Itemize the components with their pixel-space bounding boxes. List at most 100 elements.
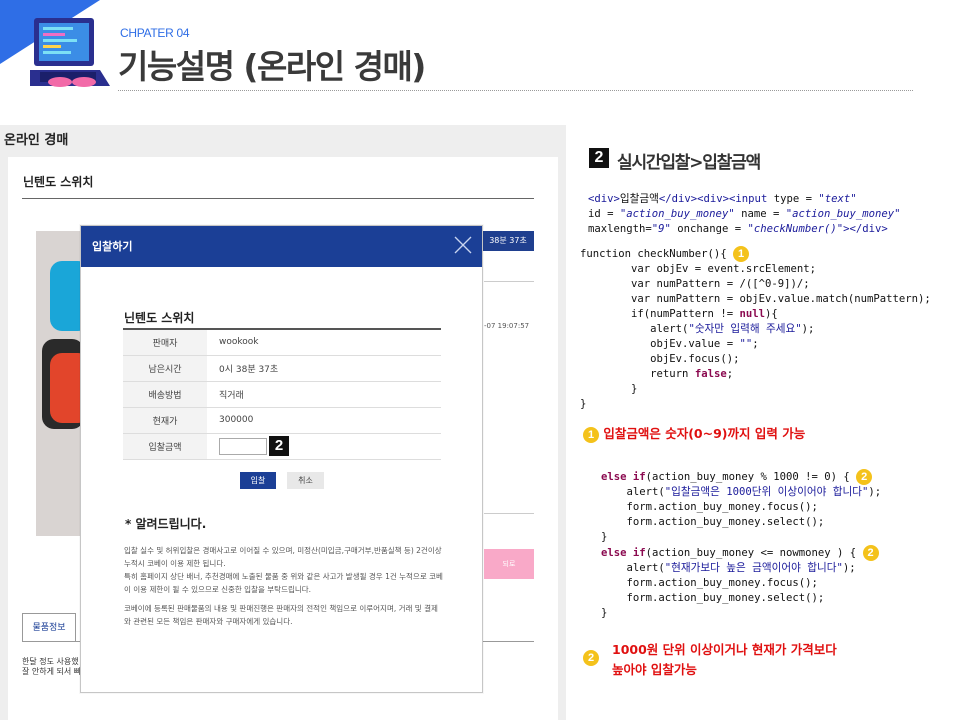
code-line: form.action_buy_money.focus(); — [601, 577, 818, 589]
modal-title: 입찰하기 — [92, 240, 133, 253]
header-divider — [118, 90, 913, 91]
bid-modal: 입찰하기 닌텐도 스위치 판매자 wookook 남은시간 0시 38분 37초… — [80, 225, 483, 693]
product-image — [36, 231, 84, 536]
code-token: else if — [601, 547, 646, 559]
code-line: var objEv = event.srcElement; — [580, 263, 816, 275]
registered-date: -07 19:07:57 — [484, 322, 530, 330]
callout-circle-2b: 2 — [862, 545, 879, 561]
note-2: 2 1000원 단위 이상이거나 현재가 가격보다 높아야 입찰가능 — [583, 640, 837, 677]
notice-line: 이 이용 제한이 될 수 있으므로 신중한 입찰을 부탁드립니다. — [124, 585, 312, 594]
code-token: if(numPattern != — [580, 308, 740, 320]
notice-line: 특히 홈페이지 상단 배너, 추천경매에 노출된 물품 중 위와 같은 사고가 … — [124, 572, 443, 581]
code-token: name = — [734, 208, 786, 220]
row-value: 300000 — [207, 407, 441, 434]
code-token: "checkNumber()" — [747, 223, 844, 235]
side-divider — [484, 281, 534, 282]
joycon-blue-shape — [50, 261, 84, 331]
notice-line: 입찰 실수 및 허위입찰은 경매사고로 이어질 수 있으며, 미정산(미입금,구… — [124, 546, 442, 555]
bid-button[interactable]: 입찰 — [240, 472, 276, 489]
table-row: 입찰금액 2 — [123, 433, 441, 460]
bid-amount-input[interactable] — [219, 437, 267, 455]
code-line: var numPattern = objEv.value.match(numPa… — [580, 293, 931, 305]
code-token: alert( — [601, 562, 665, 574]
code-token: else if — [601, 471, 646, 483]
callout-circle-1: 1 — [733, 246, 750, 262]
code-token: "입찰금액은 1000단위 이상이어야 합니다" — [664, 486, 869, 498]
row-label: 배송방법 — [123, 381, 207, 408]
code-token: onchange = — [670, 223, 748, 235]
code-token: objEv.value = — [580, 338, 740, 350]
table-row: 남은시간 0시 38분 37초 — [123, 355, 441, 382]
code-token: return — [580, 368, 695, 380]
code-token: "text" — [818, 193, 857, 205]
back-button[interactable]: 되로 — [484, 549, 534, 579]
note-2-line-2: 높아야 입찰가능 — [612, 662, 697, 677]
notice-line: 누적시 코베이 이용 제한 됩니다. — [124, 559, 226, 568]
code-line: function checkNumber(){ — [580, 248, 734, 260]
code-line: } — [580, 383, 638, 395]
code-token: ; — [752, 338, 759, 350]
note-2-line-1: 1000원 단위 이상이거나 현재가 가격보다 — [612, 642, 837, 657]
row-label: 남은시간 — [123, 355, 207, 382]
callout-badge-2: 2 — [269, 436, 289, 456]
code-token: ){ — [764, 308, 778, 320]
table-row: 현재가 300000 — [123, 407, 441, 434]
notice-paragraph-1: 입찰 실수 및 허위입찰은 경매사고로 이어질 수 있으며, 미정산(미입금,구… — [124, 544, 454, 596]
html-code-block: <div>입찰금액</div><div><input type = "text"… — [588, 192, 901, 237]
code-line: form.action_buy_money.select(); — [601, 516, 825, 528]
code-token: false — [694, 368, 727, 380]
code-token: (action_buy_money <= nowmoney ) { — [645, 547, 863, 559]
code-token: ); — [801, 323, 815, 335]
code-token: maxlength= — [588, 223, 652, 235]
auction-page-heading: 온라인 경매 — [4, 133, 69, 148]
side-divider-2 — [484, 513, 534, 514]
notice-line: 와 관련된 모든 책임은 판매자와 구매자에게 있습니다. — [124, 617, 293, 626]
page-title: 기능설명 (온라인 경매) — [118, 47, 426, 86]
code-token: "" — [739, 338, 753, 350]
code-token: ; — [726, 368, 734, 380]
row-value: wookook — [207, 329, 441, 356]
table-row: 배송방법 직거래 — [123, 381, 441, 408]
row-label: 입찰금액 — [123, 433, 207, 460]
modal-item-title: 닌텐도 스위치 — [124, 311, 195, 325]
cancel-button[interactable]: 취소 — [287, 472, 324, 489]
code-line: var numPattern = /([^0-9])/; — [580, 278, 810, 290]
close-icon[interactable] — [452, 234, 474, 256]
product-divider — [22, 198, 534, 199]
code-line: } — [580, 398, 587, 410]
row-value: 직거래 — [207, 381, 441, 408]
code-line: form.action_buy_money.select(); — [601, 592, 825, 604]
code-line: objEv.focus(); — [580, 353, 740, 365]
bid-info-table: 판매자 wookook 남은시간 0시 38분 37초 배송방법 직거래 현재가… — [123, 328, 441, 460]
code-token: alert( — [580, 323, 689, 335]
section-title: 실시간입찰>입찰금액 — [617, 153, 761, 173]
code-token: alert( — [601, 486, 665, 498]
note-2-circle: 2 — [583, 650, 599, 666]
row-label: 판매자 — [123, 329, 207, 356]
joycon-red-shape — [50, 353, 84, 423]
notice-body: 입찰 실수 및 허위입찰은 경매사고로 이어질 수 있으며, 미정산(미입금,구… — [124, 544, 454, 634]
code-token: null — [739, 308, 765, 320]
row-value: 0시 38분 37초 — [207, 355, 441, 382]
modal-header: 입찰하기 — [81, 226, 482, 267]
note-1: 1 입찰금액은 숫자(0~9)까지 입력 가능 — [583, 423, 805, 443]
code-token: "현재가보다 높은 금액이어야 합니다" — [664, 562, 843, 574]
tab-product-info[interactable]: 물품정보 — [22, 613, 76, 641]
note-1-circle: 1 — [583, 426, 599, 443]
code-token: ></div> — [843, 223, 888, 235]
note-2-text: 1000원 단위 이상이거나 현재가 가격보다 높아야 입찰가능 — [612, 640, 912, 680]
code-token: "action_buy_money" — [785, 208, 901, 220]
callout-circle-2: 2 — [856, 469, 873, 485]
code-token: "9" — [651, 223, 671, 235]
code-token: (action_buy_money % 1000 != 0) { — [645, 471, 857, 483]
slide: CHPATER 04 기능설명 (온라인 경매) 온라인 경매 닌텐도 스위치 … — [0, 0, 960, 720]
bid-amount-cell: 2 — [207, 433, 441, 460]
code-token: ); — [868, 486, 882, 498]
row-label: 현재가 — [123, 407, 207, 434]
code-token: 입찰금액 — [619, 193, 659, 205]
code-line: } — [601, 607, 608, 619]
code-token: "action_buy_money" — [619, 208, 735, 220]
validation-code-block: else if(action_buy_money % 1000 != 0) { … — [601, 469, 881, 621]
function-code-block: function checkNumber(){ 1 var objEv = ev… — [580, 246, 931, 412]
code-token: type = — [773, 193, 819, 205]
